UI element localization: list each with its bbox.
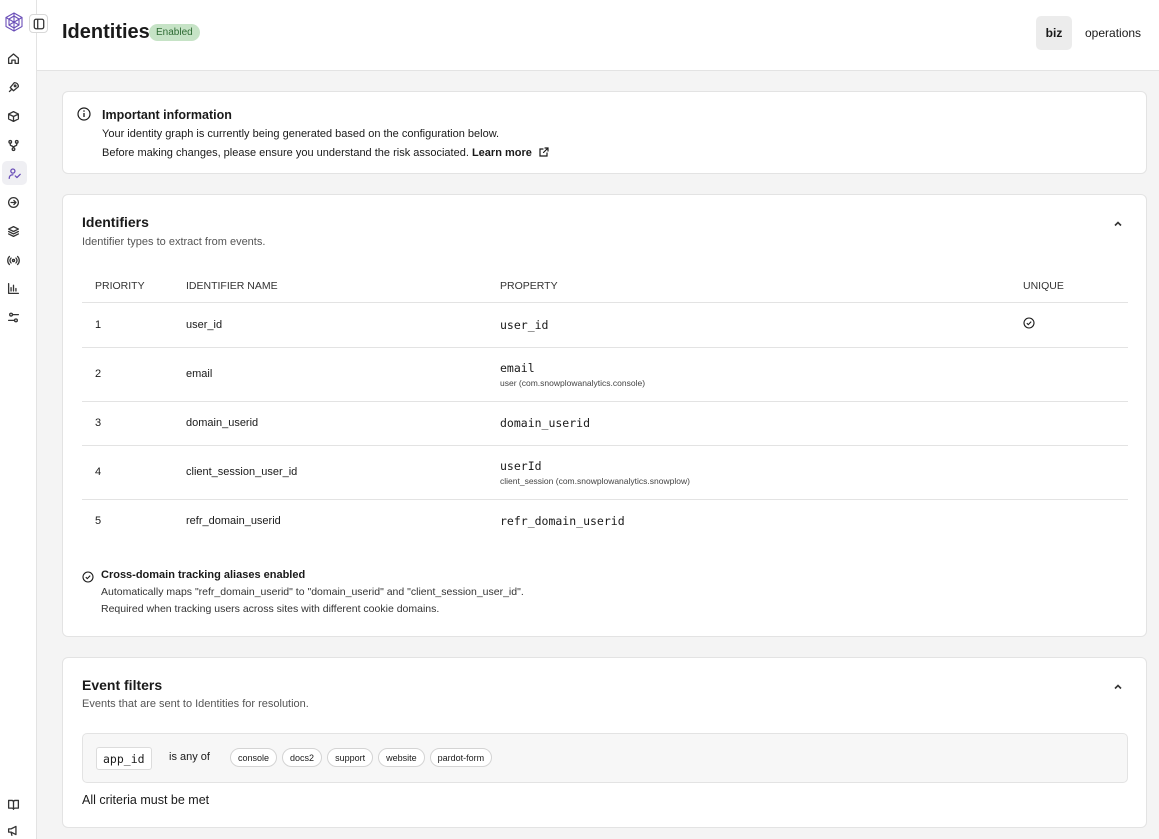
unique-check-icon bbox=[1023, 317, 1035, 329]
filter-rule: app_id is any of console docs2 support w… bbox=[82, 733, 1128, 783]
identifiers-table: PRIORITY IDENTIFIER NAME PROPERTY UNIQUE… bbox=[82, 271, 1128, 542]
column-header-unique: UNIQUE bbox=[1023, 271, 1128, 303]
pipeline-option-operations[interactable]: operations bbox=[1075, 16, 1151, 50]
event-filters-card: Event filters Events that are sent to Id… bbox=[62, 657, 1147, 828]
property-cell: userId bbox=[500, 458, 542, 473]
identifier-name-cell: refr_domain_userid bbox=[186, 514, 281, 527]
chevron-up-icon bbox=[1114, 221, 1122, 227]
priority-cell: 2 bbox=[82, 347, 186, 402]
filter-operator: is any of bbox=[169, 751, 210, 763]
info-line-1: Your identity graph is currently being g… bbox=[102, 128, 500, 140]
sidebar-toggle-icon bbox=[33, 18, 44, 29]
filter-value-chip: console bbox=[230, 748, 278, 767]
identifier-name-cell: email bbox=[186, 347, 500, 402]
property-cell: refr_domain_userid bbox=[500, 513, 625, 528]
identifier-name-cell: user_id bbox=[186, 302, 500, 348]
identifiers-subtitle: Identifier types to extract from events. bbox=[82, 236, 266, 248]
table-row: 3 domain_userid domain_userid bbox=[82, 401, 1128, 446]
sidebar bbox=[0, 0, 37, 839]
info-icon bbox=[77, 107, 91, 121]
external-link-icon[interactable] bbox=[538, 146, 550, 158]
logo-icon[interactable] bbox=[4, 12, 24, 32]
alias-heading: Cross-domain tracking aliases enabled bbox=[101, 569, 306, 581]
table-row: 2 email email user (com.snowplowanalytic… bbox=[82, 347, 1128, 402]
identifiers-title: Identifiers bbox=[82, 214, 149, 230]
table-row: 5 refr_domain_userid refr_domain_userid bbox=[82, 499, 1128, 542]
filter-values: console docs2 support website pardot-for… bbox=[230, 748, 493, 767]
column-header-identifier-name: IDENTIFIER NAME bbox=[186, 271, 500, 303]
status-badge: Enabled bbox=[149, 24, 200, 41]
identifier-name-cell: domain_userid bbox=[186, 401, 500, 446]
property-cell: email bbox=[500, 360, 535, 375]
collapse-identifiers-button[interactable] bbox=[1112, 217, 1124, 229]
layers-icon[interactable] bbox=[4, 222, 22, 240]
collapse-event-filters-button[interactable] bbox=[1112, 680, 1124, 692]
sidebar-toggle-button[interactable] bbox=[29, 14, 48, 33]
table-row: 4 client_session_user_id userId client_s… bbox=[82, 445, 1128, 500]
filter-value-chip: website bbox=[378, 748, 425, 767]
alias-description-1: Automatically maps "refr_domain_userid" … bbox=[101, 586, 524, 598]
arrow-circle-icon[interactable] bbox=[4, 193, 22, 211]
property-source: client_session (com.snowplowanalytics.sn… bbox=[500, 475, 690, 486]
priority-cell: 1 bbox=[82, 302, 186, 348]
important-information-card: Important information Your identity grap… bbox=[62, 91, 1147, 174]
property-source: user (com.snowplowanalytics.console) bbox=[500, 377, 646, 388]
announcement-icon[interactable] bbox=[4, 821, 22, 839]
filter-value-chip: pardot-form bbox=[429, 748, 493, 767]
property-cell: domain_userid bbox=[500, 416, 591, 430]
settings-sliders-icon[interactable] bbox=[4, 308, 22, 326]
event-filters-title: Event filters bbox=[82, 677, 163, 693]
filter-value-chip: docs2 bbox=[282, 748, 323, 767]
filter-field: app_id bbox=[96, 747, 152, 770]
chart-icon[interactable] bbox=[4, 279, 22, 297]
pipeline-option-biz[interactable]: biz bbox=[1036, 16, 1072, 50]
pipeline-icon[interactable] bbox=[4, 136, 22, 154]
alias-description-2: Required when tracking users across site… bbox=[101, 603, 440, 615]
identifiers-card: Identifiers Identifier types to extract … bbox=[62, 194, 1147, 637]
home-icon[interactable] bbox=[4, 49, 22, 67]
box-icon[interactable] bbox=[4, 107, 22, 125]
page-header: Identities Enabled biz operations bbox=[37, 0, 1159, 71]
column-header-property: PROPERTY bbox=[500, 271, 1023, 303]
broadcast-icon[interactable] bbox=[4, 251, 22, 269]
priority-cell: 5 bbox=[95, 514, 102, 527]
chevron-up-icon bbox=[1114, 684, 1122, 690]
priority-cell: 3 bbox=[82, 401, 186, 446]
docs-book-icon[interactable] bbox=[4, 795, 22, 813]
page-title: Identities bbox=[62, 21, 150, 43]
info-heading: Important information bbox=[102, 108, 232, 122]
info-line-2: Before making changes, please ensure you… bbox=[102, 147, 469, 159]
priority-cell: 4 bbox=[82, 445, 186, 500]
filter-value-chip: support bbox=[327, 748, 374, 767]
table-row: 1 user_id user_id bbox=[82, 302, 1128, 348]
identifier-name-cell: client_session_user_id bbox=[186, 445, 500, 500]
identities-icon[interactable] bbox=[2, 161, 27, 185]
rocket-icon[interactable] bbox=[4, 78, 22, 96]
event-filters-subtitle: Events that are sent to Identities for r… bbox=[82, 698, 309, 710]
property-cell: user_id bbox=[500, 317, 549, 332]
alias-check-icon bbox=[82, 571, 94, 583]
learn-more-link[interactable]: Learn more bbox=[472, 147, 532, 159]
column-header-priority: PRIORITY bbox=[82, 271, 186, 303]
criteria-text: All criteria must be met bbox=[82, 793, 210, 807]
